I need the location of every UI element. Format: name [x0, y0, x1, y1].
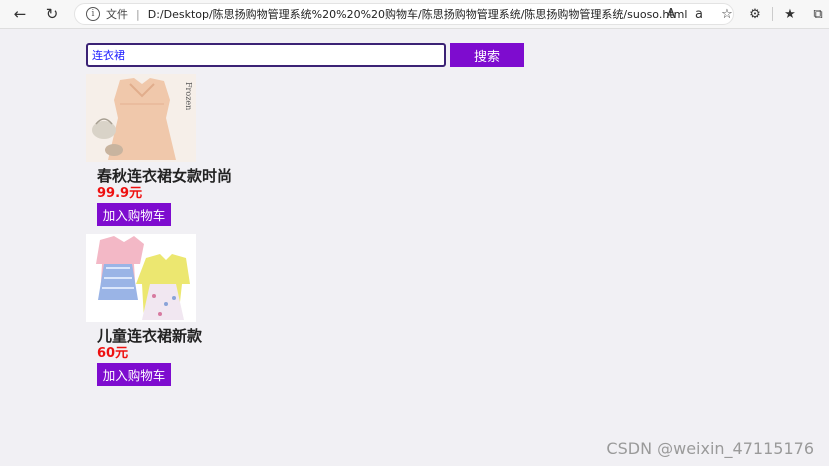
product-price: 99.9元 [97, 186, 143, 201]
product-image[interactable]: Frozen [86, 74, 196, 162]
info-icon[interactable]: i [86, 7, 100, 21]
favorite-icon[interactable]: ☆ [716, 3, 738, 25]
add-to-cart-button[interactable]: 加入购物车 [97, 203, 171, 226]
product-card: 儿童连衣裙新款 60元 加入购物车 [86, 234, 286, 386]
toolbar-divider [772, 7, 773, 21]
add-to-cart-button[interactable]: 加入购物车 [97, 363, 171, 386]
watermark: CSDN @weixin_47115176 [606, 439, 814, 458]
url-text[interactable]: D:/Desktop/陈思扬购物管理系统%20%20%20购物车/陈思扬购物管理… [148, 6, 688, 22]
extensions-icon[interactable]: ⚙ [744, 3, 766, 25]
file-label: 文件 [106, 8, 128, 21]
product-card: Frozen 春秋连衣裙女款时尚 99.9元 加入购物车 [86, 74, 286, 226]
read-aloud-icon[interactable]: A [660, 3, 682, 25]
address-bar[interactable]: i 文件 | D:/Desktop/陈思扬购物管理系统%20%20%20购物车/… [74, 3, 734, 25]
collections-icon[interactable]: ⧉ [807, 3, 829, 25]
kids-dress-image [86, 234, 196, 322]
svg-text:Frozen: Frozen [184, 82, 193, 110]
search-button[interactable]: 搜索 [450, 43, 524, 67]
product-price: 60元 [97, 346, 129, 361]
address-divider: | [136, 7, 140, 21]
back-icon[interactable]: ← [8, 3, 32, 25]
favorites-list-icon[interactable]: ★ [779, 3, 801, 25]
browser-tools: A a ☆ ⚙ ★ ⧉ [660, 3, 829, 25]
translate-icon[interactable]: a [688, 3, 710, 25]
dress-image: Frozen [86, 74, 196, 162]
product-image[interactable] [86, 234, 196, 322]
refresh-icon[interactable]: ↻ [40, 3, 64, 25]
product-name: 春秋连衣裙女款时尚 [97, 167, 233, 185]
product-name: 儿童连衣裙新款 [97, 327, 203, 345]
browser-toolbar: ← ↻ i 文件 | D:/Desktop/陈思扬购物管理系统%20%20%20… [0, 0, 829, 29]
search-input[interactable] [86, 43, 446, 67]
